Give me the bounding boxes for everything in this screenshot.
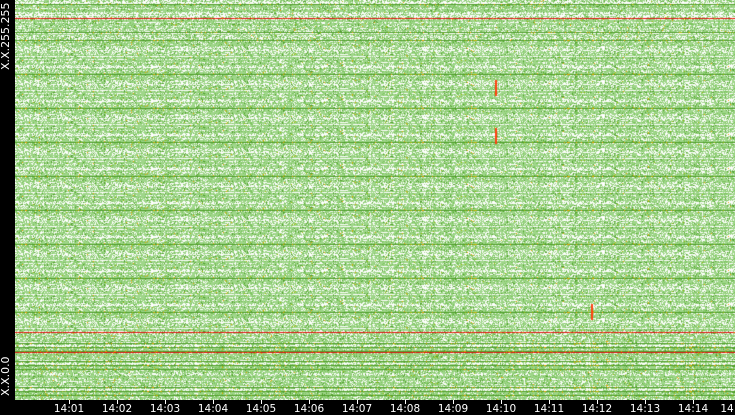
- x-tick-label: 14:09: [437, 403, 469, 415]
- x-tick-label: 14:07: [341, 403, 373, 415]
- x-tick-label: 14:06: [293, 403, 325, 415]
- x-tick-label: 14:10: [485, 403, 517, 415]
- x-tick-label: 14:03: [149, 403, 181, 415]
- x-axis: 14:01 14:02 14:03 14:04 14:05 14:06 14:07 14:08…: [0, 400, 735, 415]
- x-tick-label: 14:12: [581, 403, 613, 415]
- x-tick-label: 14:05: [245, 403, 277, 415]
- x-tick-label: 14:11: [533, 403, 565, 415]
- x-tick-label: 14:13: [629, 403, 661, 415]
- y-axis-label-top: X.X.255.255: [0, 2, 12, 70]
- x-tick-label: 14:14: [677, 403, 709, 415]
- traffic-heatmap-chart: X.X.255.255 X.X.0.0 14:01 14:02 14:03 14:04…: [0, 0, 735, 415]
- y-axis-label-bottom: X.X.0.0: [0, 356, 12, 396]
- x-tick-label: 14: [720, 403, 734, 415]
- x-tick-label: 14:04: [197, 403, 229, 415]
- x-tick-label: 14:01: [53, 403, 85, 415]
- x-tick-label: 14:02: [101, 403, 133, 415]
- x-tick-label: 14:08: [389, 403, 421, 415]
- heatmap-plot-area: [15, 0, 735, 400]
